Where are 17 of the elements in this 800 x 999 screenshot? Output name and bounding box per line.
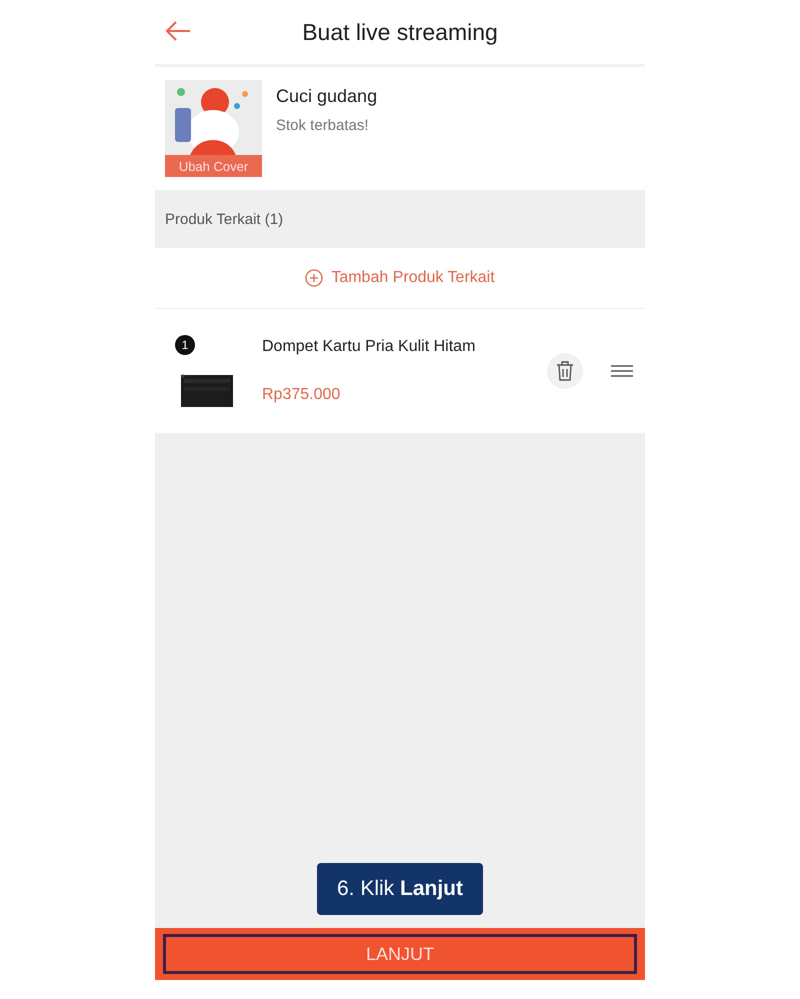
- section-heading: Produk Terkait (1): [165, 210, 284, 228]
- page-title: Buat live streaming: [302, 18, 498, 46]
- back-arrow-icon: [165, 20, 191, 42]
- stream-title: Cuci gudang: [276, 86, 378, 107]
- trash-icon: [556, 361, 574, 381]
- menu-icon: [611, 365, 633, 377]
- drag-handle[interactable]: [611, 365, 633, 377]
- add-product-button[interactable]: Tambah Produk Terkait: [305, 269, 495, 287]
- stream-subtitle: Stok terbatas!: [276, 117, 370, 134]
- product-price: Rp375.000: [262, 386, 342, 404]
- product-name: Dompet Kartu Pria Kulit Hitam: [262, 338, 476, 356]
- item-number: 1: [175, 335, 195, 355]
- plus-circle-icon: [305, 269, 324, 287]
- delete-button[interactable]: [547, 353, 583, 389]
- instruction-callout: 6. Klik Lanjut: [316, 863, 484, 915]
- continue-button[interactable]: LANJUT: [163, 934, 637, 974]
- change-cover-button[interactable]: Ubah Cover: [165, 155, 262, 177]
